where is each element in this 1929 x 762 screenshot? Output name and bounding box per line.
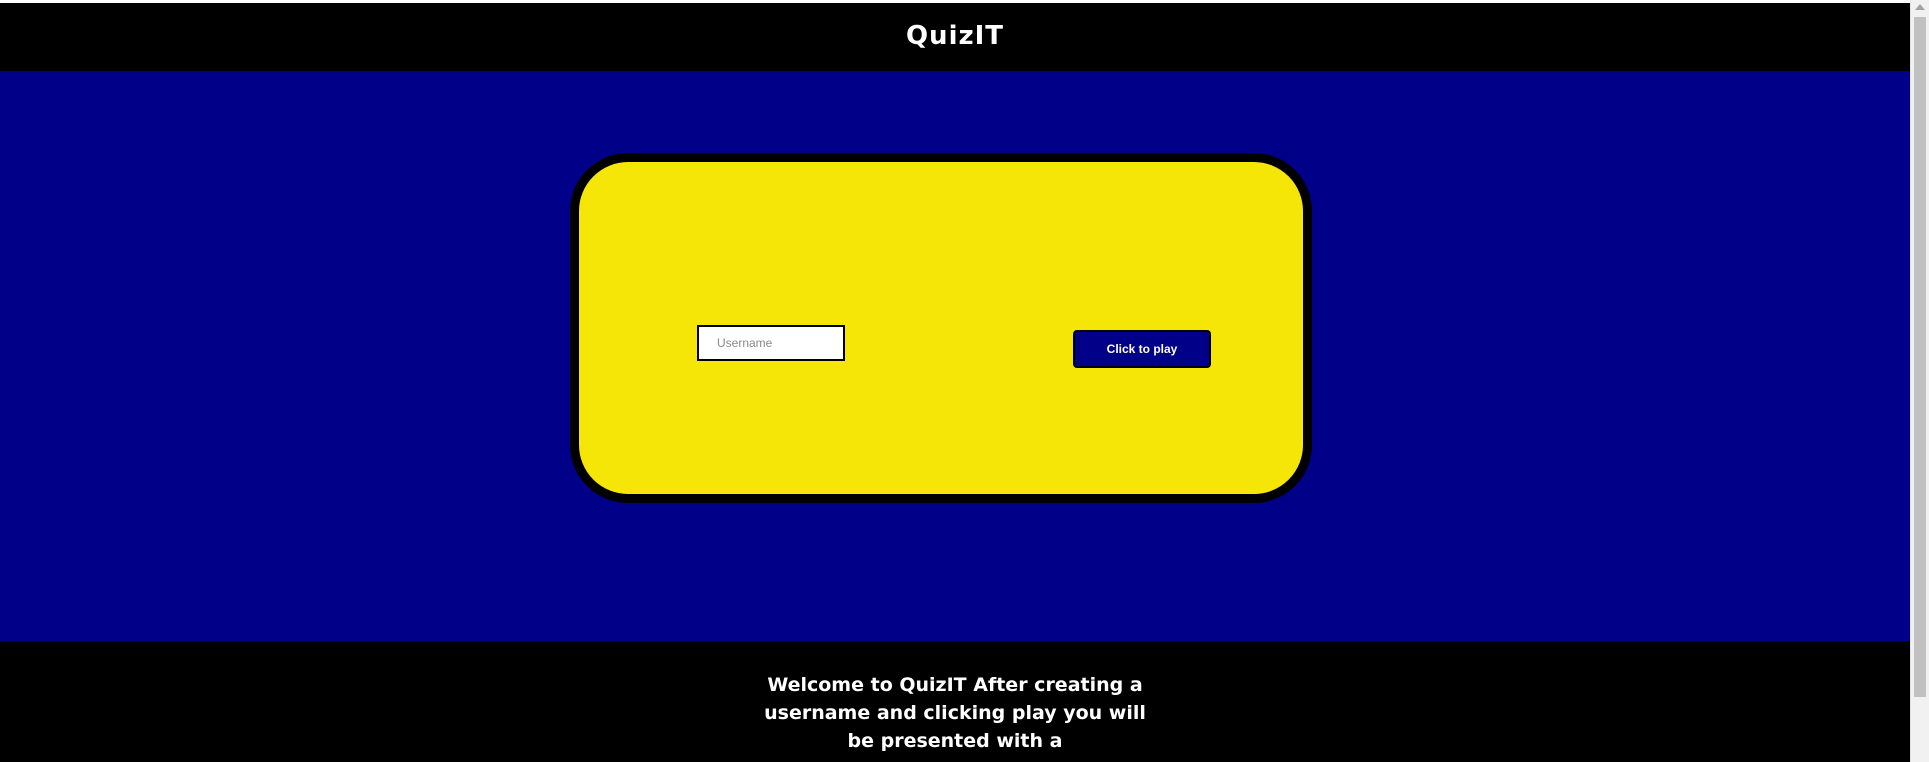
app-title: QuizIT <box>905 21 1005 51</box>
page-viewport: QuizIT Click to play Welcome to QuizIT A… <box>0 3 1910 762</box>
login-card: Click to play <box>570 153 1312 503</box>
scroll-up-arrow-icon[interactable] <box>1915 4 1925 10</box>
scrollbar-thumb[interactable] <box>1914 17 1926 697</box>
footer: Welcome to QuizIT After creating a usern… <box>0 641 1910 762</box>
welcome-text: Welcome to QuizIT After creating a usern… <box>764 674 1146 752</box>
username-input[interactable] <box>697 325 845 361</box>
main-section: Click to play <box>0 71 1910 641</box>
header: QuizIT <box>0 3 1910 71</box>
vertical-scrollbar[interactable] <box>1910 0 1929 762</box>
play-button[interactable]: Click to play <box>1073 330 1211 368</box>
